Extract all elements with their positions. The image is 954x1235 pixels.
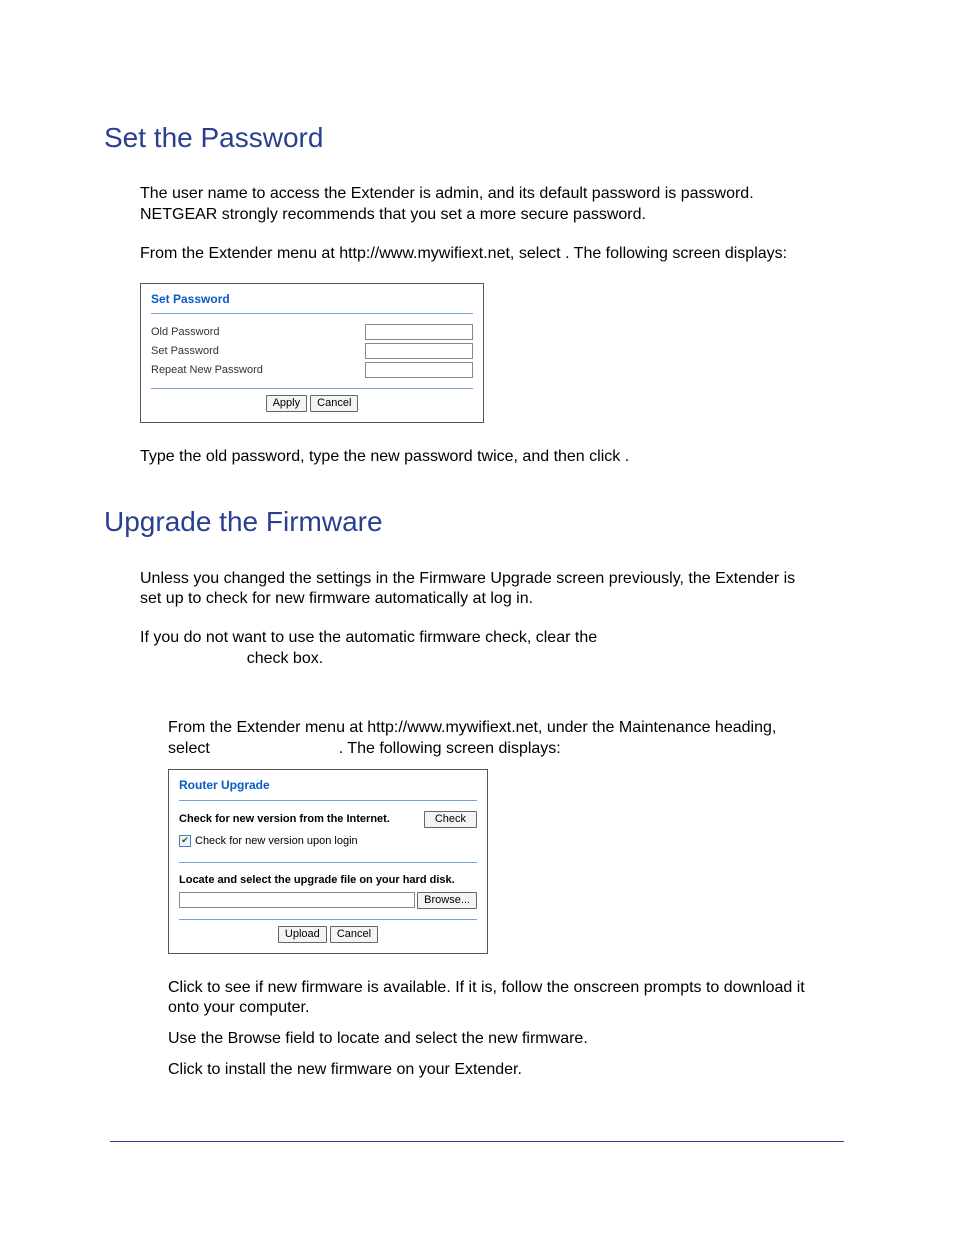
divider: [179, 919, 477, 920]
repeat-password-input[interactable]: [365, 362, 473, 378]
para-intro: The user name to access the Extender is …: [140, 184, 814, 226]
check-button[interactable]: Check: [424, 811, 477, 828]
check-login-checkbox[interactable]: ✔: [179, 835, 191, 847]
panel-title-router: Router Upgrade: [179, 778, 477, 794]
heading-set-password: Set the Password: [104, 120, 844, 156]
apply-button[interactable]: Apply: [266, 395, 308, 412]
para-type-old: Type the old password, type the new pass…: [140, 447, 814, 468]
step1-text-b: . The following screen displays:: [339, 740, 561, 757]
browse-button[interactable]: Browse...: [417, 892, 477, 909]
old-password-input[interactable]: [365, 324, 473, 340]
step-1: From the Extender menu at http://www.myw…: [168, 718, 814, 760]
upgrade-file-input[interactable]: [179, 892, 415, 908]
footer-divider: [110, 1141, 844, 1142]
set-password-panel: Set Password Old Password Set Password R…: [140, 283, 484, 424]
set-password-label: Set Password: [151, 344, 219, 358]
set-password-input[interactable]: [365, 343, 473, 359]
step-4: Click to install the new firmware on you…: [168, 1060, 814, 1081]
divider: [179, 800, 477, 801]
cancel-button[interactable]: Cancel: [310, 395, 358, 412]
upload-button[interactable]: Upload: [278, 926, 327, 943]
text-fw-b: check box.: [140, 650, 323, 667]
para-nav-instructions: From the Extender menu at http://www.myw…: [140, 244, 814, 265]
check-version-label: Check for new version from the Internet.: [179, 812, 390, 826]
repeat-password-label: Repeat New Password: [151, 363, 263, 377]
old-password-label: Old Password: [151, 325, 219, 339]
para-firmware-check: If you do not want to use the automatic …: [140, 628, 814, 670]
text-nav-b: . The following screen displays:: [565, 245, 787, 262]
text-nav-a: From the Extender menu at http://www.myw…: [140, 245, 565, 262]
heading-upgrade-firmware: Upgrade the Firmware: [104, 504, 844, 540]
router-upgrade-panel: Router Upgrade Check for new version fro…: [168, 769, 488, 953]
panel-title: Set Password: [151, 292, 473, 308]
divider: [151, 388, 473, 389]
para-firmware-intro: Unless you changed the settings in the F…: [140, 569, 814, 611]
step-3: Use the Browse field to locate and selec…: [168, 1029, 814, 1050]
cancel-button-2[interactable]: Cancel: [330, 926, 378, 943]
step-2: Click to see if new firmware is availabl…: [168, 978, 814, 1020]
locate-label: Locate and select the upgrade file on yo…: [179, 873, 477, 887]
check-login-label: Check for new version upon login: [195, 834, 358, 848]
text-fw-a: If you do not want to use the automatic …: [140, 629, 597, 646]
divider: [151, 313, 473, 314]
divider: [179, 862, 477, 863]
